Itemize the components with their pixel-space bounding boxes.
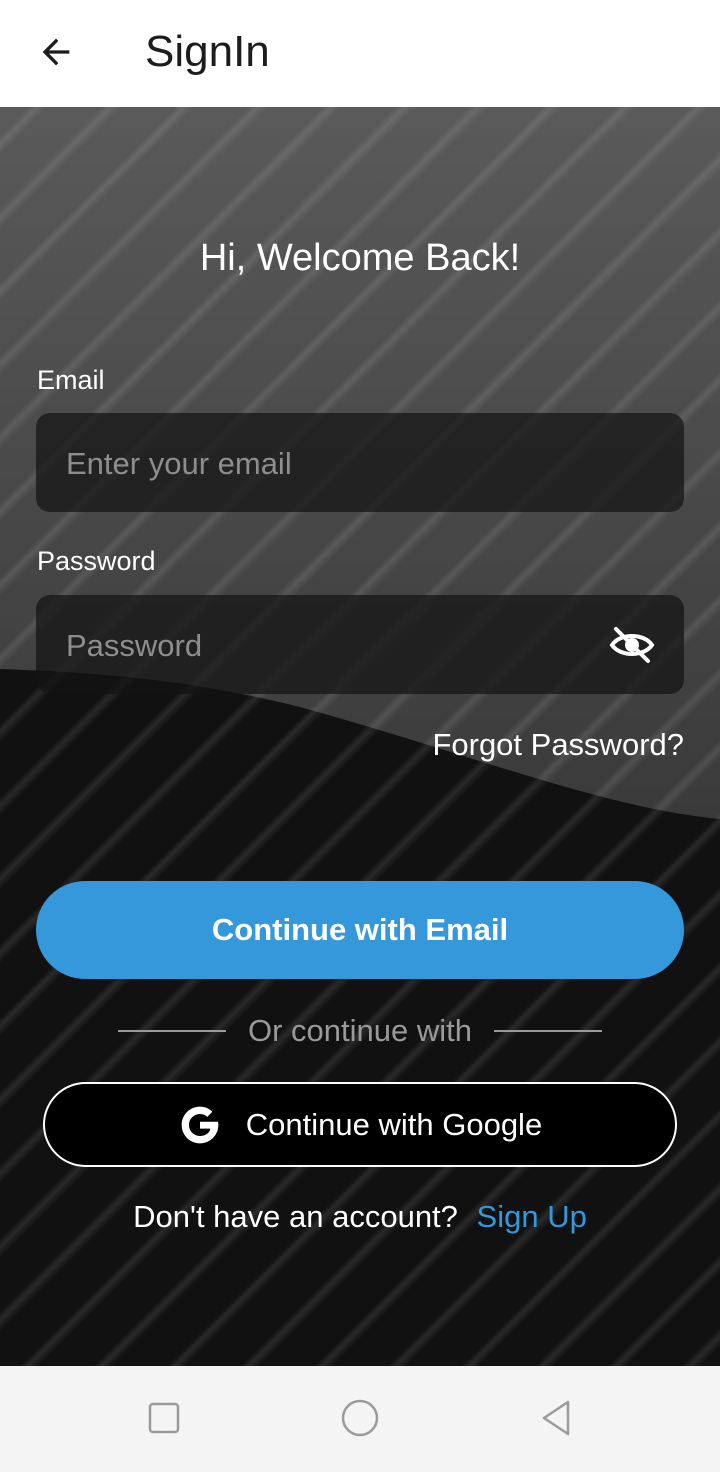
password-input[interactable] <box>64 595 608 696</box>
app-root: SignIn Hi, Welcome Back! Email Password <box>0 0 720 1472</box>
home-button[interactable] <box>338 1396 382 1440</box>
email-label: Email <box>37 365 105 395</box>
arrow-left-icon <box>42 38 70 66</box>
continue-with-email-button[interactable]: Continue with Email <box>36 881 684 979</box>
google-icon <box>181 1106 219 1143</box>
system-nav-bar <box>0 1366 720 1472</box>
email-input[interactable] <box>64 413 608 514</box>
sign-up-link[interactable]: Sign Up <box>477 1199 587 1234</box>
page-title: SignIn <box>145 27 270 76</box>
or-divider: Or continue with <box>0 1007 720 1055</box>
triangle-back-icon <box>542 1400 570 1436</box>
email-field-container <box>36 413 684 514</box>
welcome-heading: Hi, Welcome Back! <box>199 237 521 279</box>
eye-off-icon <box>609 627 655 663</box>
signin-content: Hi, Welcome Back! Email Password Forgot … <box>0 107 720 1366</box>
password-visibility-toggle[interactable] <box>608 625 656 665</box>
back-button[interactable] <box>30 26 82 78</box>
password-label: Password <box>37 546 156 576</box>
circle-icon <box>341 1399 379 1437</box>
system-back-button[interactable] <box>534 1396 578 1440</box>
divider-line-right <box>494 1030 602 1032</box>
signup-prompt: Don't have an account? <box>133 1199 458 1234</box>
divider-text: Or continue with <box>248 1013 472 1048</box>
google-button-label: Continue with Google <box>245 1106 543 1142</box>
square-icon <box>148 1402 180 1434</box>
divider-line-left <box>118 1030 226 1032</box>
recents-button[interactable] <box>142 1396 186 1440</box>
forgot-password-link[interactable]: Forgot Password? <box>432 727 684 763</box>
app-bar: SignIn <box>0 0 720 107</box>
signup-row: Don't have an account? Sign Up <box>0 1199 720 1235</box>
password-field-container <box>36 595 684 696</box>
continue-with-google-button[interactable]: Continue with Google <box>43 1082 677 1167</box>
